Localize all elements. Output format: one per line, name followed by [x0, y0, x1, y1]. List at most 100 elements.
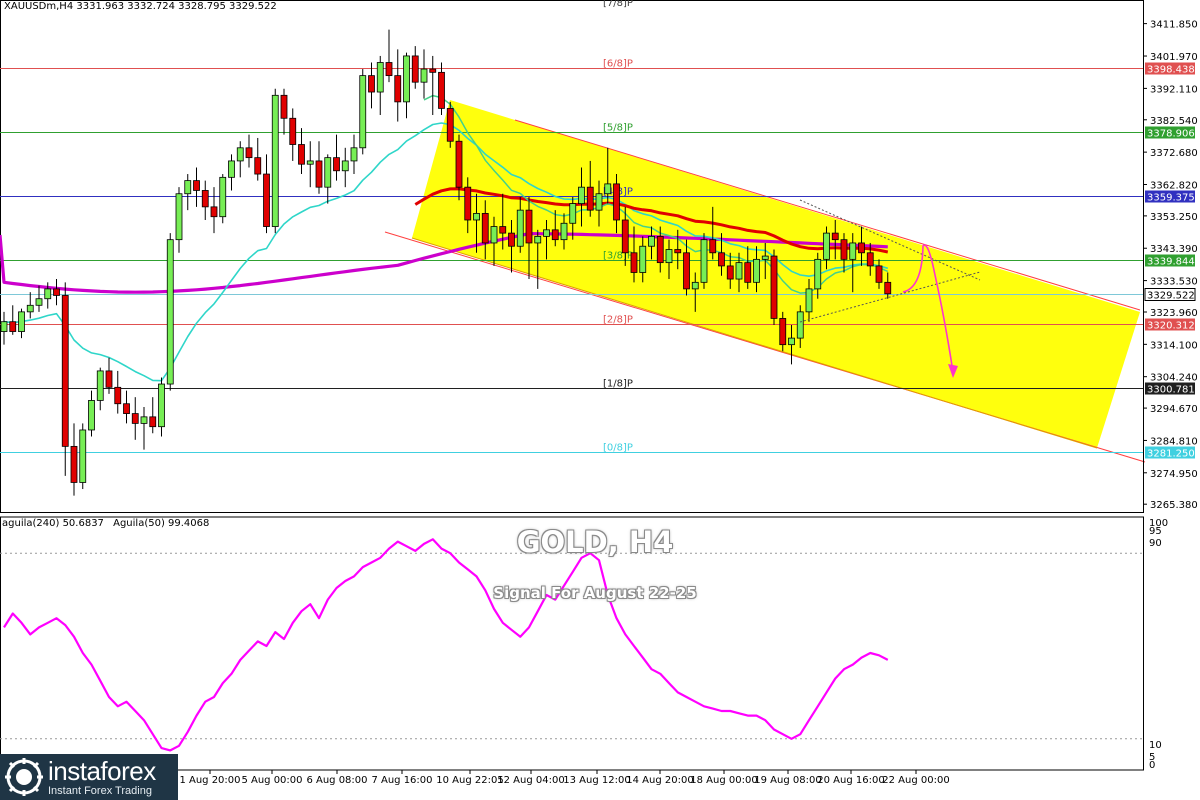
time-tick-label: 22 Aug 00:00: [882, 775, 949, 786]
candle-body: [849, 242, 857, 260]
candle-body: [324, 157, 332, 188]
price-tick-label: 3294.670: [1150, 404, 1198, 415]
candle-body: [490, 226, 498, 244]
candle-body: [481, 213, 489, 244]
time-tick-label: 10 Aug 22:05: [436, 775, 503, 786]
candle-body: [394, 75, 402, 103]
candle-body: [359, 75, 367, 149]
candle-body: [744, 262, 752, 283]
candle-body: [718, 252, 725, 267]
candle-body: [823, 232, 830, 260]
candle-body: [201, 190, 209, 208]
murrey-price-tag-label: 3320.312: [1147, 321, 1195, 332]
candle-body: [210, 206, 218, 218]
candle-body: [840, 239, 848, 260]
candle-body: [271, 94, 279, 227]
candle-body: [875, 265, 883, 283]
candle-body: [184, 180, 192, 195]
price-tick-label: 3314.100: [1150, 340, 1198, 351]
candle-body: [508, 232, 515, 247]
candle-body: [44, 288, 52, 300]
candle-body: [569, 203, 577, 224]
candle-body: [420, 68, 428, 83]
murrey-price-tag-label: 3281.250: [1147, 449, 1195, 460]
price-tick-label: 3411.850: [1150, 20, 1198, 31]
candle-body: [534, 235, 542, 244]
candle-body: [96, 370, 104, 401]
price-tick-label: 3372.680: [1150, 148, 1198, 159]
candle-body: [175, 193, 183, 241]
candle-body: [166, 239, 174, 385]
candle-body: [499, 226, 507, 234]
candle-body: [35, 298, 43, 306]
oscillator-level-label: 95: [1149, 526, 1162, 537]
price-chart[interactable]: [7/8]P[6/8]P3398.438[5/8]P3378.906[4/8]P…: [0, 0, 1200, 800]
price-tick-label: 3343.390: [1150, 244, 1198, 255]
price-tick-label: 3274.950: [1150, 469, 1198, 480]
candle-body: [788, 337, 795, 346]
candle-body: [709, 239, 717, 254]
time-tick-label: 7 Aug 16:00: [371, 775, 432, 786]
candle-body: [884, 281, 892, 295]
candle-body: [315, 160, 323, 188]
candle-body: [639, 245, 647, 273]
murrey-label: [6/8]P: [603, 59, 633, 70]
candle-body: [385, 62, 393, 77]
logo-name: instaforex: [48, 755, 156, 786]
murrey-price-tag-label: 3378.906: [1147, 129, 1195, 140]
candle-body: [9, 321, 17, 332]
candle-body: [298, 144, 305, 165]
candle-body: [726, 265, 734, 280]
murrey-label: [7/8]P: [603, 0, 633, 9]
candle-body: [219, 176, 227, 218]
indicator-label-1: aguila(240) 50.6837: [2, 518, 104, 529]
oscillator-line: [3, 538, 889, 752]
symbol-label: XAUUSDm,H4: [4, 1, 74, 12]
current-price-tag-label: 3329.522: [1147, 291, 1195, 302]
candle-body: [753, 258, 760, 283]
murrey-label: [2/8]P: [603, 315, 633, 326]
candle-body: [858, 242, 865, 254]
murrey-price-tag-label: 3359.375: [1147, 193, 1195, 204]
candle-body: [403, 55, 410, 103]
time-tick-label: 18 Aug 00:00: [690, 775, 757, 786]
candle-body: [70, 445, 78, 483]
price-tick-label: 3265.380: [1150, 500, 1198, 511]
candle-body: [866, 252, 874, 267]
murrey-label: [1/8]P: [603, 379, 633, 390]
candle-body: [621, 219, 629, 254]
time-tick-label: 5 Aug 00:00: [241, 775, 302, 786]
price-tick-label: 3353.250: [1150, 212, 1198, 223]
price-tick-label: 3382.540: [1150, 116, 1198, 127]
candle-body: [656, 235, 664, 264]
candle-body: [263, 173, 270, 227]
candle-body: [149, 416, 157, 428]
candle-body: [438, 71, 445, 109]
murrey-price-tag-label: 3300.781: [1147, 385, 1195, 396]
candle-body: [595, 193, 603, 211]
price-tick-label: 3333.530: [1150, 277, 1198, 288]
candle-body: [158, 383, 165, 428]
candle-body: [306, 160, 314, 165]
candle-body: [543, 229, 550, 237]
candle-body: [525, 209, 533, 244]
candle-body: [464, 186, 472, 221]
candle-body: [831, 232, 839, 241]
oscillator-level-label: 10: [1149, 740, 1162, 751]
chart-info: XAUUSDm,H4 3331.963 3332.724 3328.795 33…: [4, 1, 277, 12]
candle-body: [648, 235, 655, 247]
candle-body: [770, 255, 778, 319]
candle-body: [0, 321, 8, 332]
candle-body: [578, 186, 585, 204]
candle-body: [105, 370, 113, 388]
candle-body: [735, 262, 743, 280]
candle-body: [376, 62, 384, 93]
oscillator-level-label: 90: [1149, 538, 1162, 549]
murrey-price-tag-label: 3398.438: [1147, 65, 1195, 76]
candle-body: [254, 157, 262, 175]
murrey-price-tag-label: 3339.844: [1147, 257, 1195, 268]
candle-body: [236, 147, 244, 162]
candle-body: [691, 281, 699, 290]
time-tick-label: 14 Aug 20:00: [626, 775, 693, 786]
time-tick-label: 6 Aug 08:00: [306, 775, 367, 786]
